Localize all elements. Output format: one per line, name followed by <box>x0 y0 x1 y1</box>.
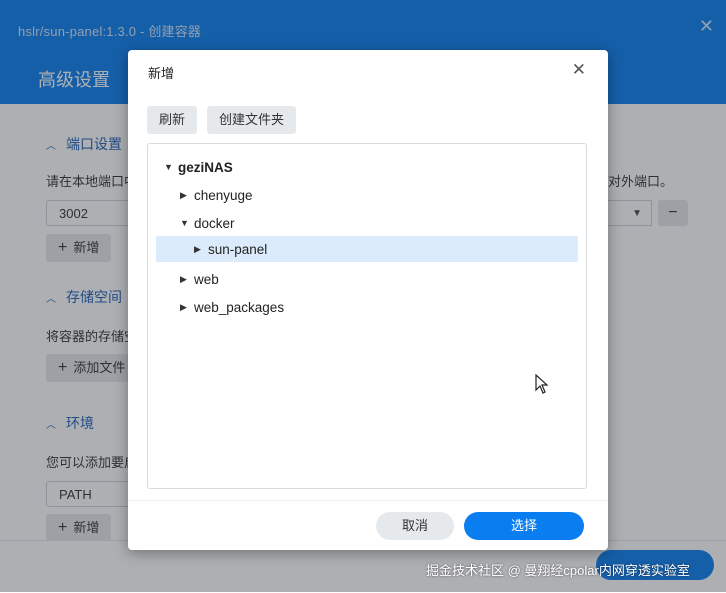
tree-item-label: sun-panel <box>208 241 268 257</box>
create-folder-button[interactable]: 创建文件夹 <box>207 106 297 134</box>
tree-item-label: web_packages <box>194 299 285 315</box>
tree-item[interactable]: ▶ web_packages <box>156 294 578 320</box>
close-icon[interactable]: ✕ <box>572 60 586 80</box>
caret-right-icon[interactable]: ▶ <box>194 244 208 255</box>
tree-item[interactable]: ▼ geziNAS <box>156 154 578 180</box>
tree-item[interactable]: ▶ sun-panel <box>156 236 578 262</box>
dialog-footer-divider <box>128 500 608 501</box>
tree-item-label: docker <box>194 215 235 231</box>
dialog-title: 新增 <box>148 66 175 81</box>
caret-right-icon[interactable]: ▶ <box>180 274 194 285</box>
caret-down-icon[interactable]: ▼ <box>180 218 194 228</box>
tree-item[interactable]: ▶ web <box>156 266 578 292</box>
mouse-cursor-icon <box>535 374 549 394</box>
tree-item-label: geziNAS <box>178 159 233 175</box>
tree-item[interactable]: ▶ chenyuge <box>156 182 578 208</box>
refresh-button[interactable]: 刷新 <box>147 106 198 134</box>
caret-right-icon[interactable]: ▶ <box>180 190 194 201</box>
select-button[interactable]: 选择 <box>464 512 584 540</box>
folder-picker-dialog: 新增 ✕ 刷新 创建文件夹 ▼ geziNAS ▶ chenyuge ▼ docker ▶ s… <box>128 50 608 550</box>
caret-down-icon[interactable]: ▼ <box>164 162 178 172</box>
tree-item-label: chenyuge <box>194 187 253 203</box>
caret-right-icon[interactable]: ▶ <box>180 302 194 313</box>
watermark-text: 掘金技术社区 @ 曼翔经cpolar内网穿透实验室 <box>426 563 690 578</box>
cancel-button[interactable]: 取消 <box>376 512 454 540</box>
tree-item[interactable]: ▼ docker <box>156 210 578 236</box>
tree-item-label: web <box>194 271 219 287</box>
folder-tree: ▼ geziNAS ▶ chenyuge ▼ docker ▶ sun-panel ▶ web ▶ w… <box>147 143 587 489</box>
